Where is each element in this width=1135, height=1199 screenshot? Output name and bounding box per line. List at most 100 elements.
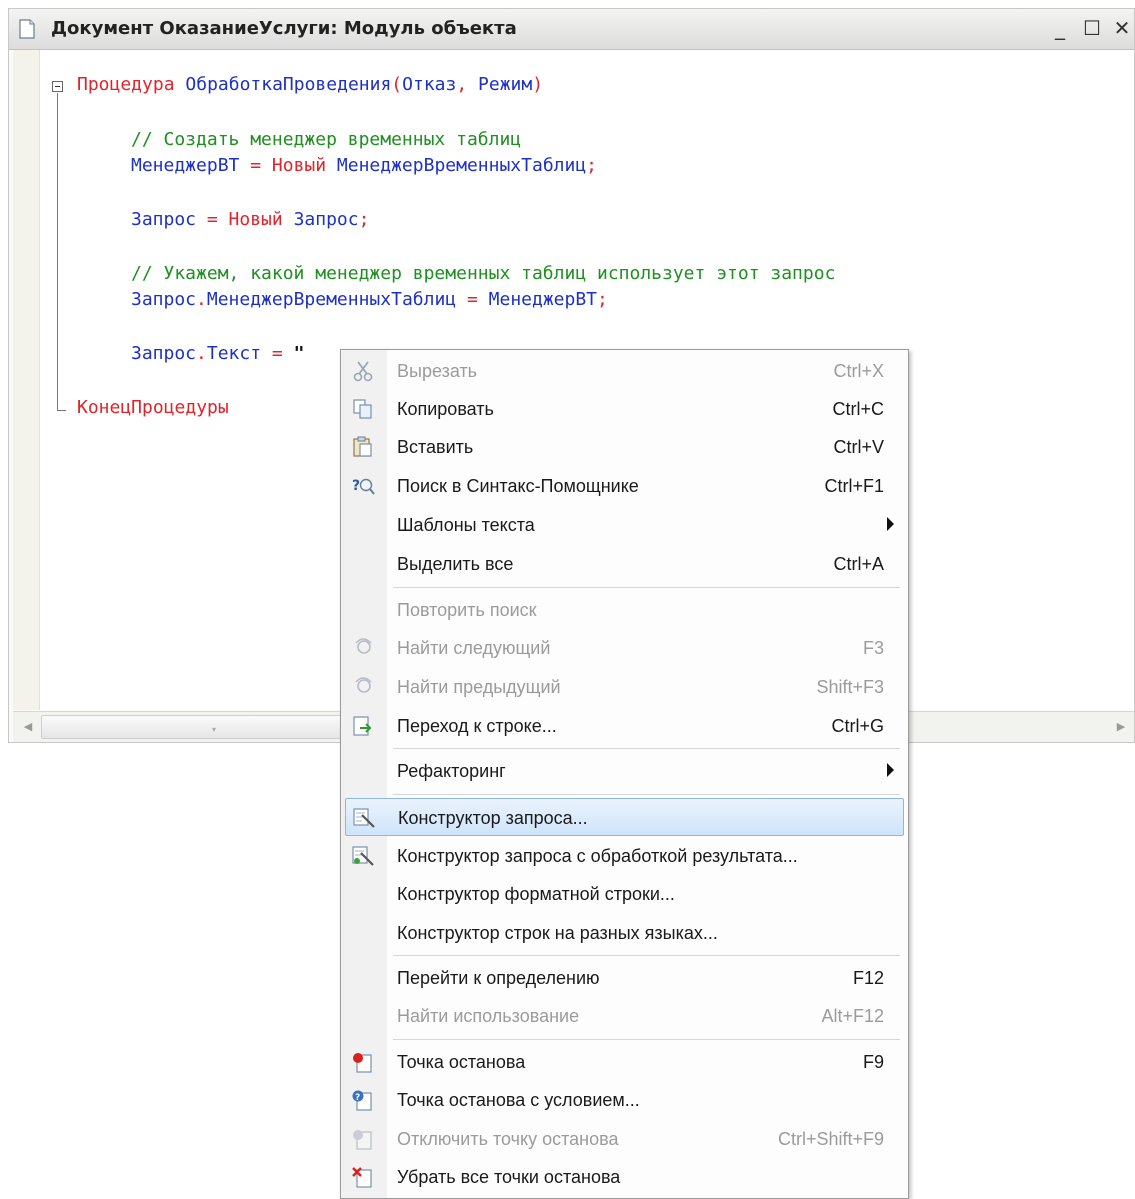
scroll-left-icon[interactable]: ◀ [21,720,35,734]
scroll-right-icon[interactable]: ▶ [1114,720,1128,734]
semicolon: ; [586,155,598,176]
assign-op: = [456,289,489,310]
menu-item-label: Найти следующий [397,638,551,658]
menu-item-label: Найти предыдущий [397,677,561,697]
menu-separator [393,587,900,588]
code-line-query-manager: Запрос.МенеджерВременныхТаблиц = Менедже… [131,290,608,310]
menu-item-breakpoint[interactable]: Точка останова F9 [341,1043,908,1081]
menu-item-label: Выделить все [397,554,514,574]
menu-item-label: Убрать все точки останова [397,1167,621,1187]
find-prev-icon [355,677,372,693]
keyword-procedure: Процедура [77,74,175,95]
menu-item-label: Точка останова [397,1052,526,1072]
menu-item-format-string-builder[interactable]: Конструктор форматной строки... [341,875,908,913]
code-line-end-procedure: КонецПроцедуры [77,398,229,418]
close-button[interactable]: ✕ [1111,17,1133,39]
syntax-help-icon: ? [352,478,375,495]
menu-separator [393,955,900,956]
paste-icon [353,436,372,457]
comment-2: // Укажем, какой менеджер временных табл… [131,263,836,284]
code-line-query: Запрос = Новый Запрос; [131,210,369,230]
code-line-procedure: Процедура ОбработкаПроведения(Отказ, Реж… [77,75,543,95]
menu-item-copy[interactable]: Копировать Ctrl+C [341,390,908,428]
menu-separator [393,748,900,749]
menu-item-remove-all-breakpoints[interactable]: Убрать все точки останова [341,1158,908,1196]
menu-item-shortcut: Ctrl+Shift+F9 [777,1129,884,1149]
title-bar[interactable]: Документ ОказаниеУслуги: Модуль объекта … [9,9,1134,50]
string-quote: " [293,343,305,364]
menu-item-find-prev[interactable]: Найти предыдущий Shift+F3 [341,668,908,706]
submenu-arrow-icon [887,763,894,777]
menu-item-label: Конструктор строк на разных языках... [397,923,718,943]
arg-rezhim: Режим [478,74,533,95]
prop-manager: МенеджерВременныхТаблиц [206,289,457,310]
menu-item-multilang-builder[interactable]: Конструктор строк на разных языках... [341,914,908,952]
goto-line-icon [353,716,372,736]
code-text: Процедура ОбработкаПроведения(Отказ, Реж… [13,50,835,418]
keyword-end-procedure: КонецПроцедуры [77,397,229,418]
menu-item-query-builder-result[interactable]: Конструктор запроса с обработкой результ… [341,837,908,875]
assign-op: = [261,343,294,364]
menu-item-text-templates[interactable]: Шаблоны текста [341,506,908,544]
var-managervt: МенеджерВТ [131,155,240,176]
procedure-name: ОбработкаПроведения [185,74,392,95]
menu-item-label: Конструктор форматной строки... [397,884,675,904]
svg-text:?: ? [352,478,360,494]
menu-item-label: Точка останова с условием... [397,1090,640,1110]
type-query: Запрос [282,209,359,230]
scroll-grip-icon: ▾ [212,725,217,734]
copy-icon [353,399,372,419]
code-line-comment-2: // Укажем, какой менеджер временных табл… [131,264,835,284]
menu-item-shortcut: Ctrl+V [833,437,884,457]
disable-breakpoint-icon [353,1130,372,1150]
svg-text:?: ? [355,1093,360,1103]
menu-item-conditional-breakpoint[interactable]: ? Точка останова с условием... [341,1081,908,1119]
menu-item-label: Найти использование [397,1006,580,1026]
menu-separator [393,794,900,795]
menu-item-find-usages[interactable]: Найти использование Alt+F12 [341,997,908,1035]
dot: . [196,343,207,364]
scissors-icon [353,361,373,382]
submenu-arrow-icon [887,517,894,531]
menu-item-cut[interactable]: Вырезать Ctrl+X [341,352,908,390]
breakpoint-icon [353,1053,372,1073]
menu-item-label: Конструктор запроса с обработкой результ… [397,846,798,866]
menu-item-label: Переход к строке... [397,716,557,736]
menu-item-query-builder[interactable]: Конструктор запроса... [345,798,904,836]
var-zapros: Запрос [131,209,197,230]
menu-item-label: Повторить поиск [397,600,537,620]
code-line-comment-1: // Создать менеджер временных таблиц [131,130,521,150]
comma: , [456,74,479,95]
maximize-button[interactable]: ☐ [1081,17,1103,39]
minimize-button[interactable]: _ [1049,17,1071,39]
dot: . [196,289,207,310]
window-title: Документ ОказаниеУслуги: Модуль объекта [51,18,517,39]
menu-item-paste[interactable]: Вставить Ctrl+V [341,428,908,466]
menu-item-refactoring[interactable]: Рефакторинг [341,752,908,790]
menu-item-select-all[interactable]: Выделить все Ctrl+A [341,545,908,583]
menu-item-repeat-search[interactable]: Повторить поиск [341,591,908,629]
comment-1: // Создать менеджер временных таблиц [131,129,522,150]
paren-close: ) [532,74,544,95]
menu-item-shortcut: Ctrl+C [832,399,884,419]
menu-item-goto-definition[interactable]: Перейти к определению F12 [341,959,908,997]
semicolon: ; [358,209,370,230]
assign-op: = [239,155,272,176]
obj-zapros: Запрос [131,289,197,310]
menu-item-shortcut: Alt+F12 [821,1006,884,1026]
menu-item-syntax-help[interactable]: ? Поиск в Синтакс-Помощнике Ctrl+F1 [341,467,908,505]
document-icon [19,19,35,39]
assign-op: = [196,209,229,230]
obj-zapros: Запрос [131,343,197,364]
menu-item-goto-line[interactable]: Переход к строке... Ctrl+G [341,707,908,745]
keyword-new: Новый [228,209,283,230]
query-builder-icon [353,808,375,828]
fold-end [57,410,66,411]
menu-item-find-next[interactable]: Найти следующий F3 [341,629,908,667]
find-next-icon [355,638,372,654]
menu-item-label: Перейти к определению [397,968,600,988]
menu-item-disable-breakpoint[interactable]: Отключить точку останова Ctrl+Shift+F9 [341,1120,908,1158]
remove-breakpoints-icon [352,1167,372,1188]
menu-item-shortcut: Ctrl+F1 [824,476,884,496]
scroll-thumb[interactable]: ▾ [41,715,349,739]
